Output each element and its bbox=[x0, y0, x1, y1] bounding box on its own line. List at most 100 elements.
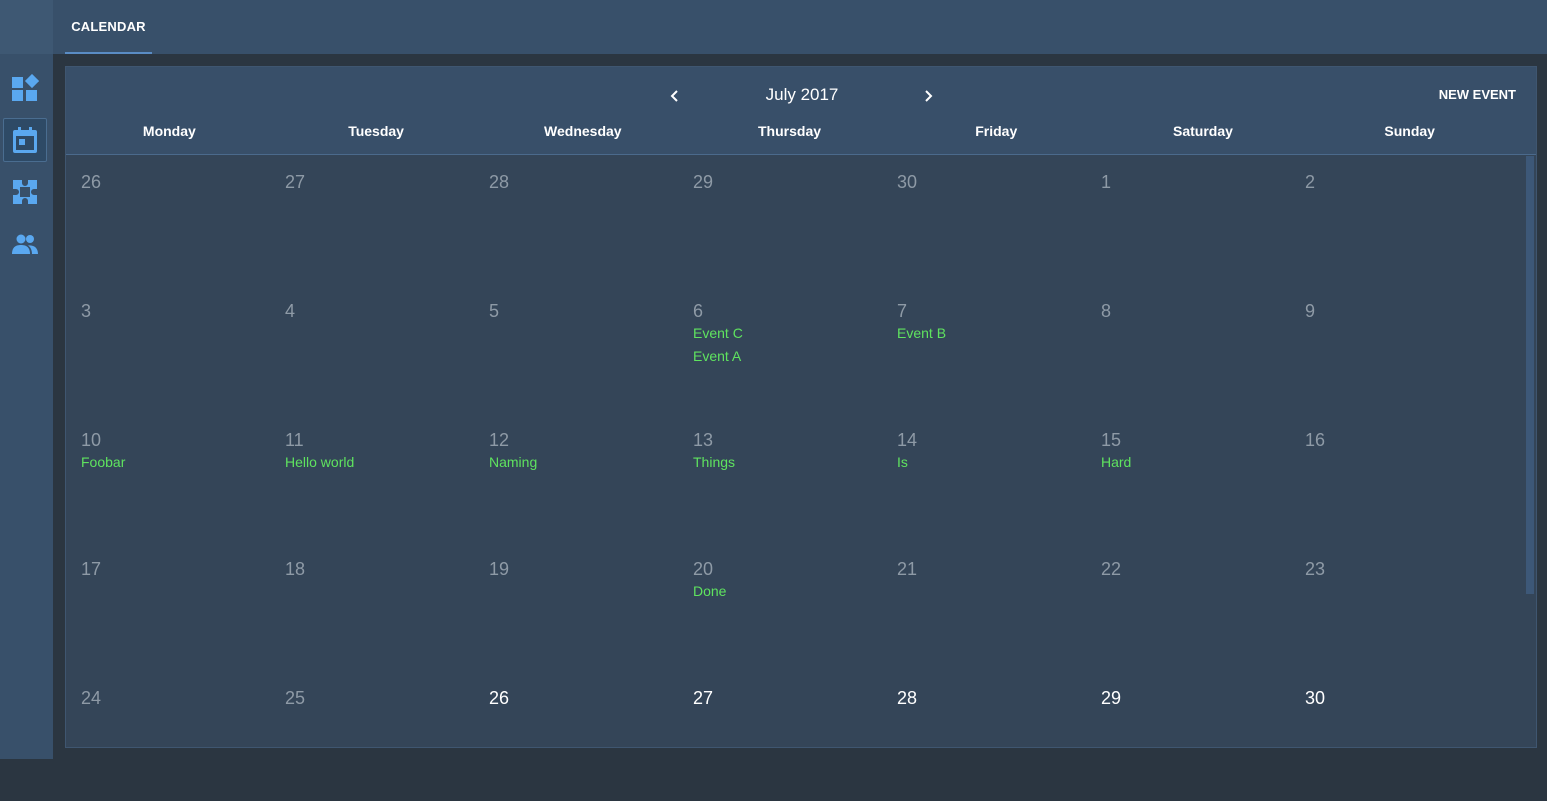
sidebar-item-extensions[interactable] bbox=[3, 170, 47, 214]
day-number: 23 bbox=[1305, 559, 1326, 579]
calendar-day-cell[interactable]: 12 Naming bbox=[474, 414, 678, 543]
weekday-label: Saturday bbox=[1172, 123, 1233, 139]
day-number: 18 bbox=[285, 559, 306, 579]
chevron-left-icon bbox=[670, 90, 678, 102]
next-month-button[interactable] bbox=[915, 83, 941, 109]
calendar-day-cell[interactable]: 5 bbox=[474, 285, 678, 414]
calendar-day-cell[interactable]: 14 Is bbox=[882, 414, 1086, 543]
day-number: 8 bbox=[1101, 301, 1112, 321]
calendar-day-cell[interactable]: 7 Event B bbox=[882, 285, 1086, 414]
sidebar-top bbox=[0, 0, 53, 54]
day-number: 6 bbox=[693, 301, 704, 321]
event-item[interactable]: Hard bbox=[1101, 454, 1290, 475]
day-number: 20 bbox=[693, 559, 714, 579]
calendar-day-cell[interactable]: 1 bbox=[1086, 156, 1290, 285]
prev-month-button[interactable] bbox=[662, 83, 688, 109]
day-number: 22 bbox=[1101, 559, 1122, 579]
event-item[interactable]: Hello world bbox=[285, 454, 474, 475]
day-number: 30 bbox=[1305, 688, 1326, 708]
calendar-day-cell[interactable]: 3 bbox=[66, 285, 270, 414]
event-item[interactable]: Done bbox=[693, 583, 882, 604]
calendar-day-cell[interactable]: 19 bbox=[474, 543, 678, 672]
event-item[interactable]: Naming bbox=[489, 454, 678, 475]
day-number: 10 bbox=[81, 430, 102, 450]
calendar-day-cell[interactable]: 10 Foobar bbox=[66, 414, 270, 543]
day-number: 14 bbox=[897, 430, 918, 450]
calendar-day-cell[interactable]: 29 bbox=[1086, 672, 1290, 801]
dashboard-icon bbox=[12, 74, 39, 101]
calendar-icon bbox=[13, 127, 37, 153]
calendar-day-cell[interactable]: 13 Things bbox=[678, 414, 882, 543]
weekday-label: Monday bbox=[142, 123, 196, 139]
weekday-label: Tuesday bbox=[348, 123, 404, 139]
day-number: 21 bbox=[897, 559, 918, 579]
day-number: 26 bbox=[81, 172, 102, 192]
calendar-day-cell[interactable]: 28 bbox=[474, 156, 678, 285]
tab-calendar[interactable]: CALENDAR bbox=[65, 0, 152, 54]
calendar-day-cell[interactable]: 15 Hard bbox=[1086, 414, 1290, 543]
calendar-day-cell[interactable]: 21 bbox=[882, 543, 1086, 672]
calendar-header: July 2017 NEW EVENT Monday Tuesday Wedne… bbox=[66, 67, 1536, 155]
calendar-day-cell[interactable]: 23 bbox=[1290, 543, 1494, 672]
calendar-day-cell[interactable]: 9 bbox=[1290, 285, 1494, 414]
day-number: 24 bbox=[81, 688, 102, 708]
event-item[interactable]: Things bbox=[693, 454, 882, 475]
calendar-day-cell[interactable]: 26 bbox=[66, 156, 270, 285]
puzzle-icon bbox=[13, 180, 37, 204]
sidebar-item-dashboard[interactable] bbox=[3, 66, 47, 110]
event-item[interactable]: Event C bbox=[693, 325, 882, 346]
day-number: 19 bbox=[489, 559, 510, 579]
calendar-day-cell[interactable]: 4 bbox=[270, 285, 474, 414]
calendar-day-cell[interactable]: 18 bbox=[270, 543, 474, 672]
calendar-day-cell[interactable]: 26 bbox=[474, 672, 678, 801]
calendar-day-cell[interactable]: 30 bbox=[882, 156, 1086, 285]
weekday-header-row: Monday Tuesday Wednesday Thursday Friday… bbox=[66, 123, 1513, 143]
day-number: 30 bbox=[897, 172, 918, 192]
day-number: 17 bbox=[81, 559, 102, 579]
day-number: 28 bbox=[489, 172, 510, 192]
event-item[interactable]: Event B bbox=[897, 325, 1086, 346]
calendar-day-cell[interactable]: 27 bbox=[678, 672, 882, 801]
day-number: 1 bbox=[1101, 172, 1112, 192]
event-item[interactable]: Foobar bbox=[81, 454, 270, 475]
calendar-day-cell[interactable]: 2 bbox=[1290, 156, 1494, 285]
calendar-day-cell[interactable]: 30 bbox=[1290, 672, 1494, 801]
day-number: 26 bbox=[489, 688, 510, 708]
calendar-day-cell[interactable]: 28 bbox=[882, 672, 1086, 801]
day-number: 4 bbox=[285, 301, 296, 321]
sidebar-item-calendar[interactable] bbox=[3, 118, 47, 162]
new-event-button[interactable]: NEW EVENT bbox=[1439, 87, 1516, 102]
calendar-day-cell[interactable]: 27 bbox=[270, 156, 474, 285]
calendar-day-cell[interactable]: 20 Done bbox=[678, 543, 882, 672]
calendar-day-cell[interactable]: 25 bbox=[270, 672, 474, 801]
scrollbar[interactable] bbox=[1526, 156, 1534, 594]
day-number: 11 bbox=[285, 430, 304, 450]
calendar-day-cell[interactable]: 22 bbox=[1086, 543, 1290, 672]
people-icon bbox=[12, 234, 38, 254]
calendar-grid: 26 27 28 29 30 1 2 3 4 5 6 Event C Event A 7 Event B89… bbox=[66, 156, 1526, 748]
day-number: 9 bbox=[1305, 301, 1316, 321]
day-number: 5 bbox=[489, 301, 500, 321]
calendar-day-cell[interactable]: 29 bbox=[678, 156, 882, 285]
calendar-day-cell[interactable]: 8 bbox=[1086, 285, 1290, 414]
event-item[interactable]: Is bbox=[897, 454, 1086, 475]
calendar-panel: July 2017 NEW EVENT Monday Tuesday Wedne… bbox=[65, 66, 1537, 748]
sidebar-item-people[interactable] bbox=[3, 222, 47, 266]
calendar-day-cell[interactable]: 16 bbox=[1290, 414, 1494, 543]
weekday-label: Sunday bbox=[1384, 123, 1435, 139]
day-number: 29 bbox=[1101, 688, 1122, 708]
calendar-day-cell[interactable]: 6 Event C Event A bbox=[678, 285, 882, 414]
calendar-day-cell[interactable]: 11 Hello world bbox=[270, 414, 474, 543]
day-number: 27 bbox=[285, 172, 306, 192]
top-bar: CALENDAR bbox=[53, 0, 1547, 54]
weekday-label: Wednesday bbox=[544, 123, 622, 139]
event-item[interactable]: Event A bbox=[693, 348, 882, 369]
day-number: 7 bbox=[897, 301, 908, 321]
day-number: 2 bbox=[1305, 172, 1316, 192]
day-number: 27 bbox=[693, 688, 714, 708]
day-number: 12 bbox=[489, 430, 510, 450]
calendar-day-cell[interactable]: 17 bbox=[66, 543, 270, 672]
day-number: 13 bbox=[693, 430, 714, 450]
calendar-day-cell[interactable]: 24 bbox=[66, 672, 270, 801]
day-number: 16 bbox=[1305, 430, 1326, 450]
